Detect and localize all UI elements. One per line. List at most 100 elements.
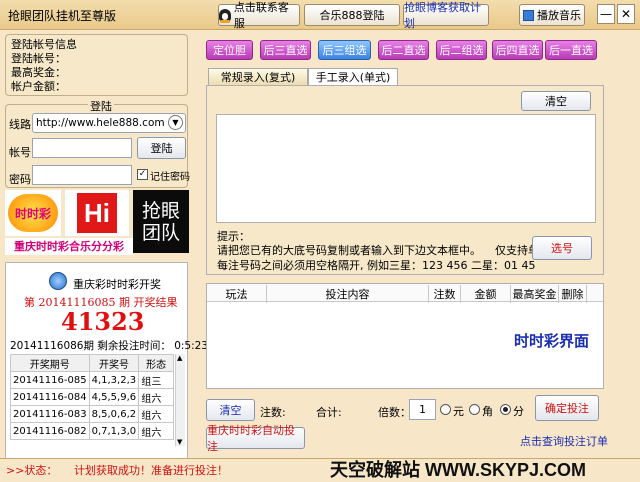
tab-hou3-zuxuan[interactable]: 后三组选: [318, 40, 371, 60]
login-site-label: 合乐888登陆: [319, 9, 385, 22]
remember-label: 记住密码: [150, 172, 190, 183]
login-site-button[interactable]: 合乐888登陆: [304, 4, 400, 26]
tab-label: 后二直选: [381, 44, 426, 57]
password-label: 密码: [9, 173, 31, 186]
remember-checkbox[interactable]: ✓: [137, 169, 148, 180]
draw-history-header: 开奖期号 开奖号 形态: [10, 354, 174, 372]
next-period: 20141116086期: [10, 340, 94, 352]
shishicai-logo: 时时彩: [5, 190, 61, 236]
header-delete: 删除: [559, 285, 587, 303]
draw-number: 8,5,0,6,2: [88, 405, 140, 423]
header-pattern: 形态: [138, 354, 174, 372]
lottery-result: 41323: [61, 307, 145, 336]
tab-label: 后三组选: [322, 44, 367, 57]
minimize-button[interactable]: —: [597, 4, 615, 24]
get-plan-button[interactable]: 抢眼博客获取计划: [403, 1, 489, 30]
balance-label: 帐户金额：: [11, 80, 66, 93]
status-prefix: >>状态：: [6, 464, 58, 477]
entry-clear-label: 清空: [545, 95, 567, 108]
header-amount: 金额: [461, 285, 511, 303]
draw-period: 20141116-082: [10, 422, 90, 440]
draw-pattern: 组六: [138, 388, 174, 406]
tab-dingweidan[interactable]: 定位胆: [206, 40, 253, 60]
number-textarea[interactable]: [216, 114, 596, 223]
draw-period: 20141116-084: [10, 388, 90, 406]
lottery-name: 重庆彩时时彩开奖: [73, 278, 161, 291]
draw-pattern: 组六: [138, 405, 174, 423]
header-max-bonus: 最高奖金: [511, 285, 559, 303]
unit-yuan-label: 元: [453, 405, 464, 418]
tab-label: 后四直选: [495, 44, 540, 57]
contact-service-label: 点击联系客服: [233, 1, 289, 30]
draw-history-table: 开奖期号 开奖号 形态 20141116-085 4,1,3,2,3 组三 20…: [10, 354, 174, 440]
auto-bet-label: 重庆时时彩自动投注: [207, 424, 295, 453]
unit-yuan-radio[interactable]: [440, 404, 451, 415]
minimize-icon: —: [600, 7, 612, 21]
play-music-label: 播放音乐: [537, 9, 581, 22]
user-label: 帐号: [9, 146, 31, 159]
site-watermark: 天空破解站 WWW.SKYPJ.COM: [330, 460, 586, 480]
tab-hou1-zhixuan[interactable]: 后一直选: [545, 40, 597, 60]
draw-pattern: 组六: [138, 422, 174, 440]
tab-hou2-zhixuan[interactable]: 后二直选: [378, 40, 429, 60]
remaining-label: 剩余投注时间：: [97, 340, 171, 352]
tab-label: 手工录入(单式): [315, 71, 391, 84]
tab-hou4-zhixuan[interactable]: 后四直选: [492, 40, 543, 60]
remaining-time: 0:5:23: [174, 340, 208, 352]
user-input[interactable]: [32, 138, 132, 158]
contact-service-button[interactable]: 点击联系客服: [218, 1, 300, 30]
confirm-bet-button[interactable]: 确定投注: [535, 395, 599, 421]
line-select[interactable]: http://www.hele888.com ▼: [32, 113, 186, 133]
tab-label: 定位胆: [213, 44, 246, 57]
music-icon: [523, 9, 534, 21]
team-logo: 抢眼 团队: [133, 190, 189, 253]
play-music-button[interactable]: 播放音乐: [519, 4, 585, 26]
tab-label: 后二组选: [439, 44, 484, 57]
table-row: 20141116-082 0,7,1,3,0 组六: [10, 422, 174, 440]
draw-number: 4,1,3,2,3: [88, 371, 140, 389]
bet-count-label: 注数:: [260, 406, 286, 419]
header-content: 投注内容: [267, 285, 429, 303]
line-select-value: http://www.hele888.com: [36, 117, 165, 129]
confirm-bet-label: 确定投注: [545, 402, 589, 415]
close-button[interactable]: ✕: [617, 4, 635, 24]
draw-history: 开奖期号 开奖号 形态 20141116-085 4,1,3,2,3 组三 20…: [10, 354, 174, 446]
period-prefix: 第: [24, 296, 35, 309]
tab-manual-input[interactable]: 手工录入(单式): [308, 68, 398, 85]
table-row: 20141116-084 4,5,5,9,6 组六: [10, 388, 174, 406]
password-input[interactable]: [32, 165, 132, 185]
select-number-button[interactable]: 选号: [532, 236, 592, 260]
draw-history-scrollbar[interactable]: ▲ ▼: [175, 354, 185, 446]
hele-logo-text: Hi: [84, 197, 110, 228]
team-logo-line2: 团队: [141, 221, 180, 244]
select-number-label: 选号: [551, 242, 573, 255]
unit-fen-label: 分: [513, 405, 524, 418]
auto-bet-button[interactable]: 重庆时时彩自动投注: [206, 424, 305, 453]
login-button[interactable]: 登陆: [137, 137, 186, 159]
table-row: 20141116-085 4,1,3,2,3 组三: [10, 371, 174, 389]
unit-fen-radio[interactable]: [500, 404, 511, 415]
hint-line-1: 请把您已有的大底号码复制或者输入到下边文本框中。 仅支持单式: [217, 244, 550, 257]
unit-jiao-radio[interactable]: [469, 404, 480, 415]
tab-label: 常规录入(复式): [220, 71, 296, 84]
draw-number: 4,5,5,9,6: [88, 388, 140, 406]
footer-clear-button[interactable]: 清空: [206, 399, 255, 421]
bet-total-label: 合计:: [316, 406, 342, 419]
tab-hou2-zuxuan[interactable]: 后二组选: [436, 40, 487, 60]
hele-logo: Hi: [65, 190, 129, 236]
query-orders-link[interactable]: 点击查询投注订单: [520, 433, 608, 449]
login-heading: 登陆: [88, 98, 114, 114]
login-button-label: 登陆: [150, 142, 173, 155]
penguin-icon: [219, 8, 231, 23]
header-play: 玩法: [207, 285, 267, 303]
footer-clear-label: 清空: [219, 404, 242, 417]
tab-hou3-zhixuan[interactable]: 后三直选: [260, 40, 311, 60]
multiple-input[interactable]: 1: [409, 399, 436, 420]
scroll-down-icon: ▼: [177, 438, 183, 446]
radio-dot-icon: [503, 407, 508, 412]
app-title: 抢眼团队挂机至尊版: [8, 9, 117, 23]
entry-clear-button[interactable]: 清空: [521, 91, 591, 111]
header-number: 开奖号: [88, 354, 140, 372]
tab-regular-input[interactable]: 常规录入(复式): [208, 68, 308, 85]
hint-line-2: 每注号码之间必须用空格隔开, 例如三星：123 456 二星：01 45: [217, 259, 536, 272]
